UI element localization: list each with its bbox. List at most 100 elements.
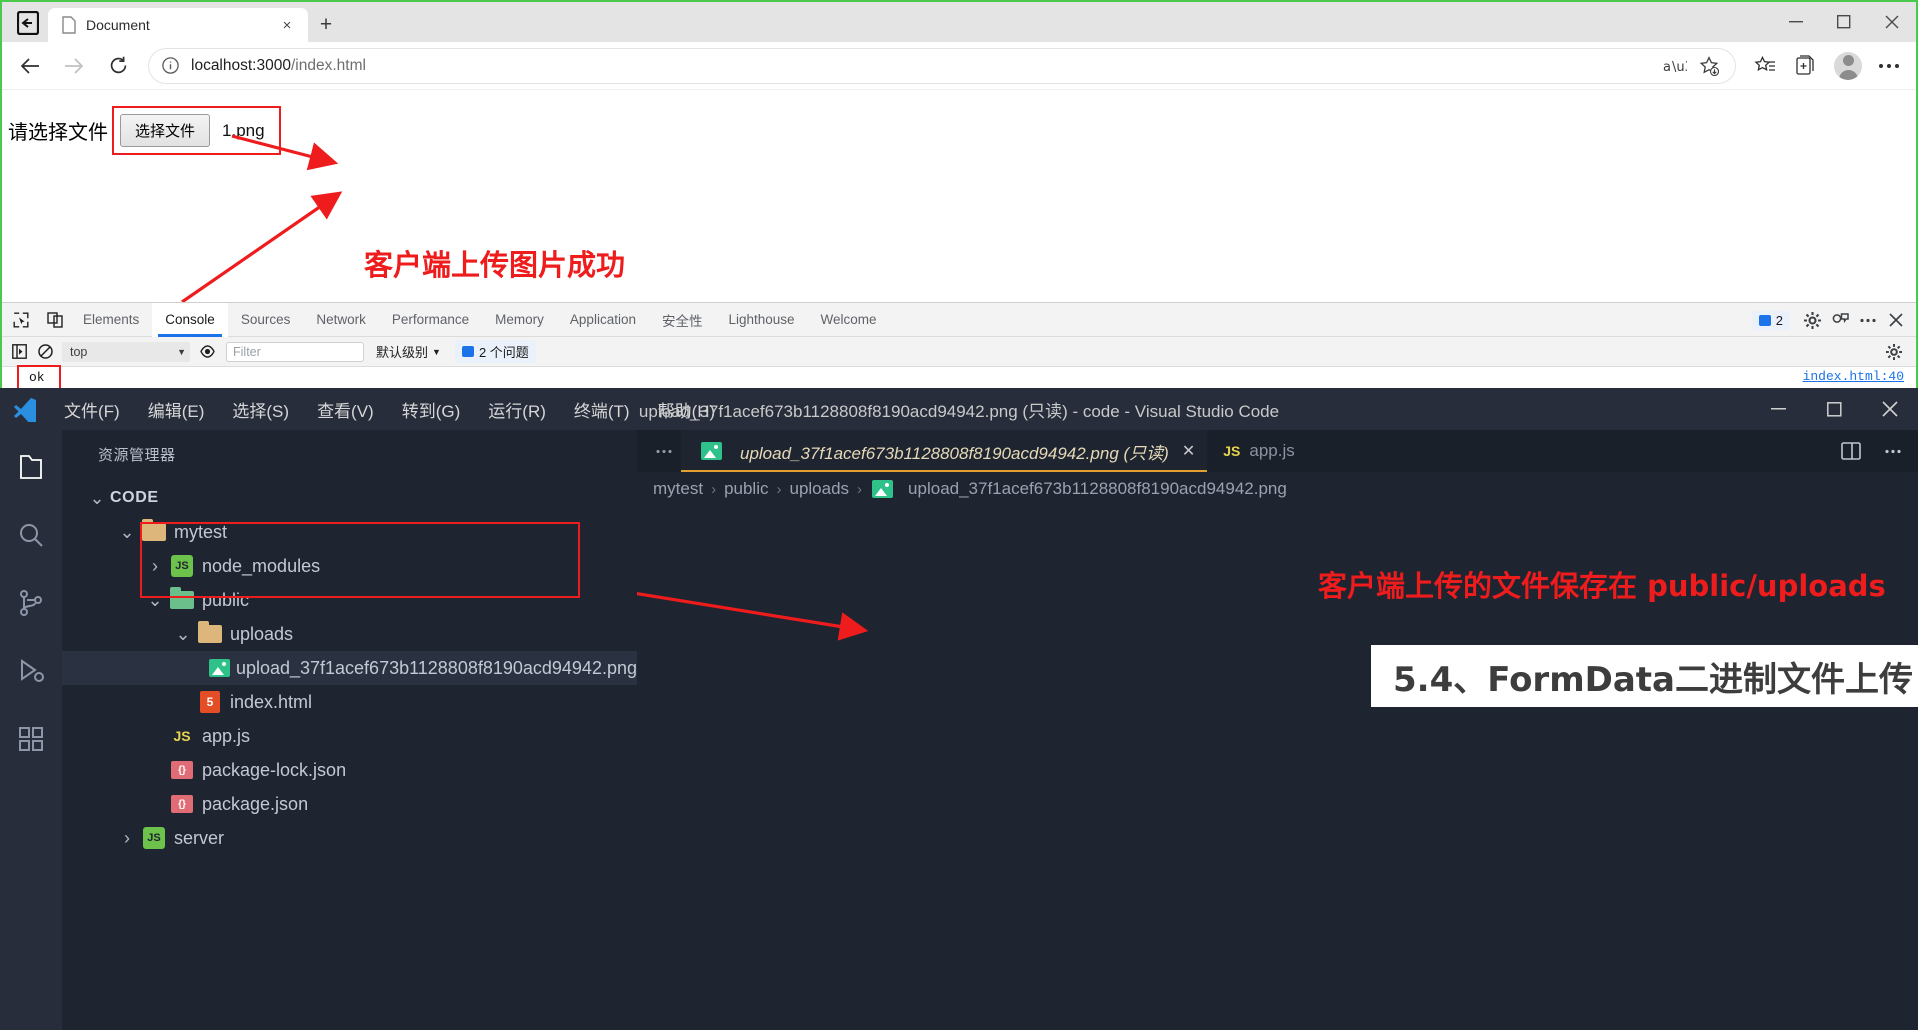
- maximize-icon[interactable]: [1820, 2, 1868, 42]
- avatar[interactable]: [1834, 51, 1862, 80]
- vscode-window-controls: [1750, 388, 1918, 430]
- settings-more-icon[interactable]: [1870, 47, 1908, 85]
- source-control-icon[interactable]: [8, 580, 54, 626]
- device-toolbar-icon[interactable]: [40, 305, 70, 335]
- ie-mode-icon[interactable]: [14, 8, 42, 38]
- live-expression-icon[interactable]: [194, 339, 220, 365]
- close-window-icon[interactable]: [1862, 388, 1918, 430]
- node-folder-icon: JS: [168, 555, 196, 577]
- vscode-body: 资源管理器 ⌄ CODE ⌄ mytest › JS node_modules …: [0, 430, 1918, 1030]
- menu-edit[interactable]: 编辑(E): [134, 393, 219, 426]
- reload-icon[interactable]: [98, 46, 138, 86]
- console-settings-icon[interactable]: [1880, 338, 1908, 366]
- maximize-icon[interactable]: [1806, 388, 1862, 430]
- file-input-highlight[interactable]: 选择文件 1.png: [112, 106, 281, 155]
- devtools-tab-welcome[interactable]: Welcome: [808, 303, 890, 337]
- inspect-element-icon[interactable]: [6, 305, 36, 335]
- forward-icon[interactable]: [54, 46, 94, 86]
- close-tab-icon[interactable]: ✕: [1182, 441, 1195, 461]
- devtools-feedback-icon[interactable]: [1826, 306, 1854, 334]
- collections-icon[interactable]: [1788, 47, 1826, 85]
- clear-console-icon[interactable]: [32, 339, 58, 365]
- tree-item-mytest[interactable]: ⌄ mytest: [62, 515, 637, 549]
- tree-item-upload-png[interactable]: › upload_37f1acef673b1128808f8190acd9494…: [62, 651, 637, 685]
- menu-go[interactable]: 转到(G): [388, 393, 475, 426]
- devtools-tab-sources[interactable]: Sources: [228, 303, 304, 337]
- chevron-down-icon[interactable]: ⌄: [170, 624, 196, 645]
- split-editor-icon[interactable]: [1834, 434, 1868, 468]
- console-sidebar-icon[interactable]: [6, 339, 32, 365]
- breadcrumb-item-mytest[interactable]: mytest: [653, 479, 703, 499]
- editor-tab-app-js[interactable]: JS app.js: [1207, 430, 1307, 472]
- run-debug-icon[interactable]: [8, 648, 54, 694]
- menu-terminal[interactable]: 终端(T): [560, 393, 644, 426]
- devtools-close-icon[interactable]: [1882, 306, 1910, 334]
- issues-badge[interactable]: 2: [1751, 310, 1790, 330]
- tree-item-node_modules[interactable]: › JS node_modules: [62, 549, 637, 583]
- console-filter-input[interactable]: Filter: [226, 341, 364, 362]
- devtools-tab-console[interactable]: Console: [152, 302, 228, 337]
- devtools-tab-application[interactable]: Application: [557, 303, 649, 337]
- issues-icon: [461, 346, 474, 357]
- breadcrumb-item-uploads[interactable]: uploads: [789, 479, 849, 499]
- extensions-icon[interactable]: [8, 716, 54, 762]
- tree-item-server[interactable]: › JS server: [62, 821, 637, 855]
- tree-item-package-lock-json[interactable]: › {} package-lock.json: [62, 753, 637, 787]
- menu-file[interactable]: 文件(F): [50, 393, 134, 426]
- tree-item-label: upload_37f1acef673b1128808f8190acd94942.…: [235, 657, 637, 678]
- devtools-tab-network[interactable]: Network: [303, 303, 379, 337]
- url-bar[interactable]: localhost:3000/index.html a \u3042: [148, 47, 1736, 84]
- html5-file-icon: 5: [196, 691, 224, 713]
- tree-item-app-js[interactable]: › JS app.js: [62, 719, 637, 753]
- devtools-tab-security[interactable]: 安全性: [649, 303, 716, 337]
- folder-icon: [140, 519, 168, 541]
- chevron-right-icon[interactable]: ›: [142, 556, 168, 577]
- browser-tab[interactable]: Document ×: [48, 8, 308, 42]
- devtools-more-icon[interactable]: [1854, 306, 1882, 334]
- new-tab-button[interactable]: +: [308, 8, 344, 42]
- search-icon[interactable]: [8, 512, 54, 558]
- minimize-icon[interactable]: [1750, 388, 1806, 430]
- devtools-tab-performance[interactable]: Performance: [379, 303, 482, 337]
- folder-icon: [168, 587, 196, 609]
- tree-item-package-json[interactable]: › {} package.json: [62, 787, 637, 821]
- tree-item-label: package.json: [202, 793, 309, 814]
- tree-item-public[interactable]: ⌄ public: [62, 583, 637, 617]
- chevron-right-icon[interactable]: ›: [114, 828, 140, 849]
- tree-root-code[interactable]: ⌄ CODE: [62, 481, 637, 515]
- tree-item-uploads[interactable]: ⌄ uploads: [62, 617, 637, 651]
- devtools-tab-elements[interactable]: Elements: [70, 303, 152, 337]
- close-tab-icon[interactable]: ×: [274, 12, 300, 38]
- explorer-icon[interactable]: [8, 444, 54, 490]
- console-level-select[interactable]: 默认级别 ▼: [376, 342, 441, 361]
- devtools-tab-memory[interactable]: Memory: [482, 303, 557, 337]
- devtools-tab-lighthouse[interactable]: Lighthouse: [715, 303, 807, 337]
- menu-help[interactable]: 帮助(H): [644, 393, 730, 426]
- chevron-right-icon: ›: [711, 480, 717, 498]
- chevron-down-icon: ⌄: [89, 487, 105, 508]
- chevron-down-icon[interactable]: ⌄: [114, 522, 140, 543]
- console-context-select[interactable]: top ▼: [62, 341, 190, 362]
- editor-more-icon[interactable]: [1876, 434, 1910, 468]
- info-icon[interactable]: [162, 57, 179, 74]
- editor-tab-more-icon[interactable]: [647, 434, 681, 468]
- favorites-icon[interactable]: [1746, 47, 1784, 85]
- breadcrumb-item-file[interactable]: upload_37f1acef673b1128808f8190acd94942.…: [908, 479, 1287, 499]
- close-window-icon[interactable]: [1868, 2, 1916, 42]
- console-issues-badge[interactable]: 2 个问题: [454, 340, 536, 363]
- add-favorite-icon[interactable]: [1692, 51, 1726, 81]
- menu-view[interactable]: 查看(V): [303, 393, 388, 426]
- editor-tab-upload-png[interactable]: upload_37f1acef673b1128808f8190acd94942.…: [681, 430, 1208, 472]
- back-icon[interactable]: [10, 46, 50, 86]
- choose-file-button[interactable]: 选择文件: [120, 114, 211, 147]
- breadcrumb-item-public[interactable]: public: [724, 479, 768, 499]
- menu-selection[interactable]: 选择(S): [218, 393, 303, 426]
- folder-icon: [196, 621, 224, 643]
- devtools-settings-icon[interactable]: [1798, 306, 1826, 334]
- console-source-link[interactable]: index.html:40: [1803, 369, 1904, 384]
- menu-run[interactable]: 运行(R): [474, 393, 560, 426]
- read-aloud-icon[interactable]: a \u3042: [1658, 51, 1692, 81]
- chevron-down-icon[interactable]: ⌄: [142, 590, 168, 611]
- tree-item-index-html[interactable]: › 5 index.html: [62, 685, 637, 719]
- minimize-icon[interactable]: [1772, 2, 1820, 42]
